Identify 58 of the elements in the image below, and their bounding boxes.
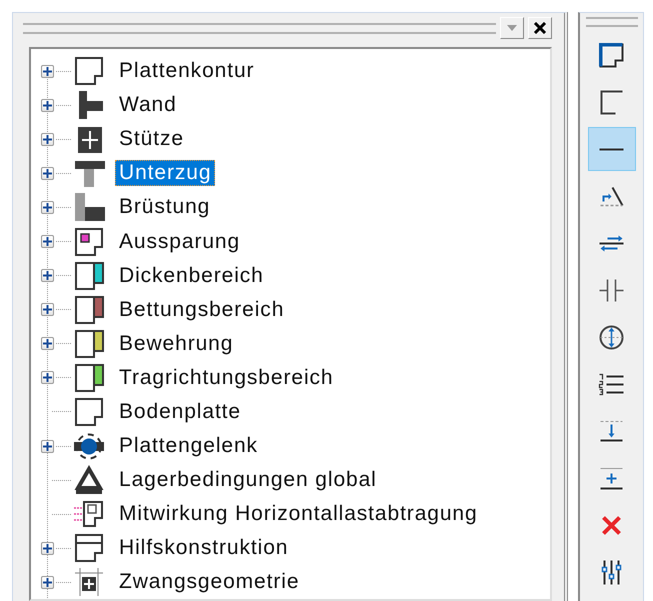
expand-button[interactable] (41, 371, 54, 384)
expand-button[interactable] (41, 269, 54, 282)
split-icon (598, 278, 625, 302)
tree-item[interactable]: Wand (115, 92, 181, 118)
expand-button[interactable] (41, 64, 54, 78)
tool-button[interactable] (588, 127, 636, 171)
tree-item[interactable]: Bettungsbereich (115, 296, 288, 323)
tree-item[interactable]: Tragrichtungsbereich (115, 364, 338, 391)
close-button[interactable] (528, 17, 552, 39)
move-down-icon (599, 420, 624, 442)
region-icon (73, 362, 105, 394)
slab-outline-icon (73, 55, 105, 88)
constraint-grid-icon (73, 566, 105, 598)
expand-button[interactable] (41, 440, 54, 453)
expand-button[interactable] (41, 303, 54, 316)
tree-item[interactable]: Lagerbedingungen global (115, 467, 381, 494)
support-triangle-icon (73, 464, 105, 496)
tree-item[interactable]: Mitwirkung Horizontallastabtragung (115, 501, 482, 528)
parapet-icon (73, 191, 105, 224)
auxiliary-outline-icon (73, 532, 105, 564)
tree-item[interactable]: Unterzug (115, 160, 216, 186)
line-icon (598, 148, 625, 150)
toolbar-gripper[interactable] (586, 17, 638, 27)
tree-item[interactable]: Brüstung (115, 194, 214, 220)
expand-button[interactable] (41, 98, 54, 112)
expand-button[interactable] (41, 235, 54, 248)
slab-outline-icon (73, 396, 105, 428)
numbered-list-icon (598, 372, 625, 396)
region-icon (73, 328, 105, 360)
close-icon (533, 22, 547, 34)
angle-icon (599, 186, 624, 206)
expand-button[interactable] (41, 132, 54, 146)
circle-arrows-icon (599, 324, 624, 350)
caret-icon (506, 24, 518, 32)
offset-arrows-icon (598, 234, 625, 252)
panel-gripper[interactable] (23, 22, 496, 34)
region-icon (73, 260, 105, 292)
sliders-icon (601, 558, 622, 586)
expand-button[interactable] (41, 337, 54, 350)
tree-item[interactable]: Bewehrung (115, 330, 238, 357)
tree-item[interactable]: Zwangsgeometrie (115, 569, 304, 596)
tree-item[interactable]: Aussparung (115, 228, 244, 255)
tree-item[interactable]: Plattengelenk (115, 433, 262, 460)
tree-item[interactable]: Plattenkontur (115, 58, 258, 84)
tree-item[interactable]: Stütze (115, 126, 188, 152)
expand-button[interactable] (41, 576, 54, 589)
outline-icon (599, 42, 624, 68)
opening-icon (73, 226, 105, 258)
tree-item[interactable]: Dickenbereich (115, 262, 268, 289)
expand-button[interactable] (41, 200, 54, 214)
expand-button[interactable] (41, 166, 54, 180)
expand-button[interactable] (41, 542, 54, 555)
open-outline-icon (600, 90, 624, 114)
delete-icon (602, 516, 621, 534)
tree-item[interactable]: Bodenplatte (115, 398, 245, 425)
tree-item[interactable]: Hilfskonstruktion (115, 535, 292, 562)
region-icon (73, 294, 105, 326)
add-line-icon (599, 466, 624, 490)
